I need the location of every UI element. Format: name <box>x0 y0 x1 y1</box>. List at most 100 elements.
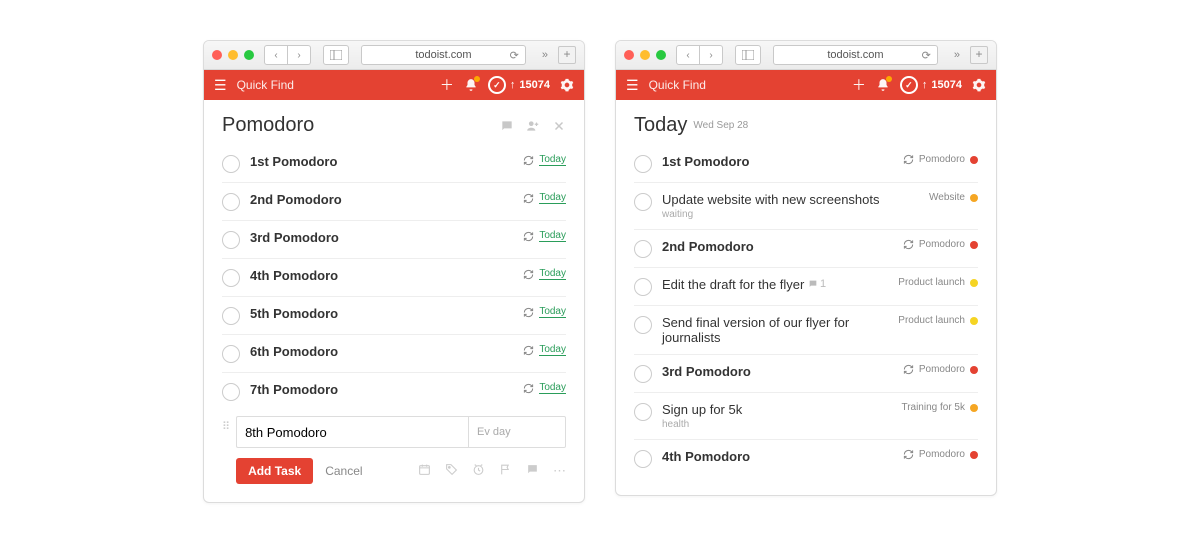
task-row[interactable]: 4th PomodoroPomodoro <box>634 440 978 477</box>
task-checkbox[interactable] <box>222 269 240 287</box>
task-row[interactable]: 3rd PomodoroPomodoro <box>634 355 978 393</box>
label-icon[interactable] <box>445 463 458 479</box>
view-title: Today <box>634 114 687 137</box>
project-label[interactable]: Product launch <box>898 315 965 326</box>
task-row[interactable]: 6th PomodoroToday <box>222 335 566 373</box>
recurring-icon <box>903 364 914 375</box>
notifications-icon[interactable] <box>876 78 890 92</box>
back-button[interactable]: ‹ <box>264 45 288 65</box>
comment-icon[interactable] <box>526 463 539 479</box>
drag-handle-icon[interactable]: ⠿ <box>222 420 230 433</box>
overflow-icon[interactable]: » <box>950 49 964 61</box>
add-task-button[interactable]: Add Task <box>236 458 313 484</box>
task-title: 7th Pomodoro <box>250 382 513 397</box>
due-date-tag[interactable]: Today <box>539 154 566 166</box>
new-tab-button[interactable]: + <box>558 46 576 64</box>
notifications-icon[interactable] <box>464 78 478 92</box>
task-row[interactable]: 1st PomodoroToday <box>222 145 566 183</box>
karma-score[interactable]: ✓ ↑ 15074 <box>488 76 550 94</box>
task-checkbox[interactable] <box>222 193 240 211</box>
task-title: 2nd Pomodoro <box>250 192 513 207</box>
task-row[interactable]: 3rd PomodoroToday <box>222 221 566 259</box>
task-checkbox[interactable] <box>222 231 240 249</box>
task-checkbox[interactable] <box>634 240 652 258</box>
task-checkbox[interactable] <box>634 365 652 383</box>
task-row[interactable]: Send final version of our flyer for jour… <box>634 306 978 355</box>
comments-icon[interactable] <box>500 119 514 133</box>
settings-icon[interactable] <box>560 78 574 92</box>
back-button[interactable]: ‹ <box>676 45 700 65</box>
task-checkbox[interactable] <box>634 155 652 173</box>
forward-button[interactable]: › <box>700 45 723 65</box>
task-row[interactable]: 2nd Pomodoro Today <box>222 183 566 221</box>
maximize-window-icon[interactable] <box>656 50 666 60</box>
maximize-window-icon[interactable] <box>244 50 254 60</box>
overflow-icon[interactable]: » <box>538 49 552 61</box>
task-checkbox[interactable] <box>222 307 240 325</box>
cancel-button[interactable]: Cancel <box>325 464 362 478</box>
address-bar[interactable]: todoist.com ⟳ <box>773 45 938 65</box>
project-label[interactable]: Pomodoro <box>919 364 965 375</box>
comment-count[interactable]: 1 <box>808 278 826 290</box>
settings-icon[interactable] <box>972 78 986 92</box>
menu-icon[interactable]: ☰ <box>214 77 227 94</box>
task-checkbox[interactable] <box>634 278 652 296</box>
new-tab-button[interactable]: + <box>970 46 988 64</box>
due-date-tag[interactable]: Today <box>539 382 566 394</box>
task-checkbox[interactable] <box>222 155 240 173</box>
task-row[interactable]: 1st PomodoroPomodoro <box>634 145 978 183</box>
add-task-icon[interactable]: ＋ <box>440 75 454 95</box>
close-window-icon[interactable] <box>624 50 634 60</box>
minimize-window-icon[interactable] <box>640 50 650 60</box>
sidebar-toggle-button[interactable] <box>323 45 349 65</box>
task-checkbox[interactable] <box>634 450 652 468</box>
project-label[interactable]: Website <box>929 192 965 203</box>
minimize-window-icon[interactable] <box>228 50 238 60</box>
project-label[interactable]: Pomodoro <box>919 239 965 250</box>
more-icon[interactable] <box>552 119 566 133</box>
sidebar-toggle-button[interactable] <box>735 45 761 65</box>
quick-find-input[interactable]: Quick Find <box>237 78 430 92</box>
due-date-tag[interactable]: Today <box>539 230 566 242</box>
task-row[interactable]: Edit the draft for the flyer 1Product la… <box>634 268 978 306</box>
app-header: ☰ Quick Find ＋ ✓ ↑ 15074 <box>616 70 996 100</box>
project-label[interactable]: Product launch <box>898 277 965 288</box>
task-checkbox[interactable] <box>222 345 240 363</box>
quick-find-input[interactable]: Quick Find <box>649 78 842 92</box>
schedule-input[interactable]: Ev day <box>468 416 566 448</box>
share-icon[interactable] <box>526 119 540 133</box>
due-date-tag[interactable]: Today <box>539 192 566 204</box>
forward-button[interactable]: › <box>288 45 311 65</box>
due-date-tag[interactable]: Today <box>539 306 566 318</box>
task-row[interactable]: Sign up for 5khealthTraining for 5k <box>634 393 978 440</box>
menu-icon[interactable]: ☰ <box>626 77 639 94</box>
traffic-lights <box>212 50 254 60</box>
project-picker-icon[interactable] <box>418 463 431 479</box>
priority-icon[interactable] <box>499 463 512 479</box>
project-label[interactable]: Training for 5k <box>901 402 965 413</box>
new-task-input[interactable] <box>236 416 468 448</box>
reminder-icon[interactable] <box>472 463 485 479</box>
project-label[interactable]: Pomodoro <box>919 449 965 460</box>
project-label[interactable]: Pomodoro <box>919 154 965 165</box>
close-window-icon[interactable] <box>212 50 222 60</box>
task-checkbox[interactable] <box>634 316 652 334</box>
task-row[interactable]: Update website with new screenshotswaiti… <box>634 183 978 230</box>
more-options-icon[interactable]: ⋯ <box>553 463 566 479</box>
task-row[interactable]: 2nd PomodoroPomodoro <box>634 230 978 268</box>
task-row[interactable]: 7th Pomodoro Today <box>222 373 566 410</box>
recurring-icon <box>903 449 914 460</box>
reload-icon[interactable]: ⟳ <box>510 49 519 62</box>
reload-icon[interactable]: ⟳ <box>922 49 931 62</box>
task-checkbox[interactable] <box>222 383 240 401</box>
address-bar[interactable]: todoist.com ⟳ <box>361 45 526 65</box>
task-row[interactable]: 5th PomodoroToday <box>222 297 566 335</box>
task-checkbox[interactable] <box>634 193 652 211</box>
task-row[interactable]: 4th PomodoroToday <box>222 259 566 297</box>
due-date-tag[interactable]: Today <box>539 344 566 356</box>
add-task-icon[interactable]: ＋ <box>852 75 866 95</box>
karma-score[interactable]: ✓ ↑ 15074 <box>900 76 962 94</box>
due-date-tag[interactable]: Today <box>539 268 566 280</box>
task-checkbox[interactable] <box>634 403 652 421</box>
recurring-icon <box>523 307 534 318</box>
